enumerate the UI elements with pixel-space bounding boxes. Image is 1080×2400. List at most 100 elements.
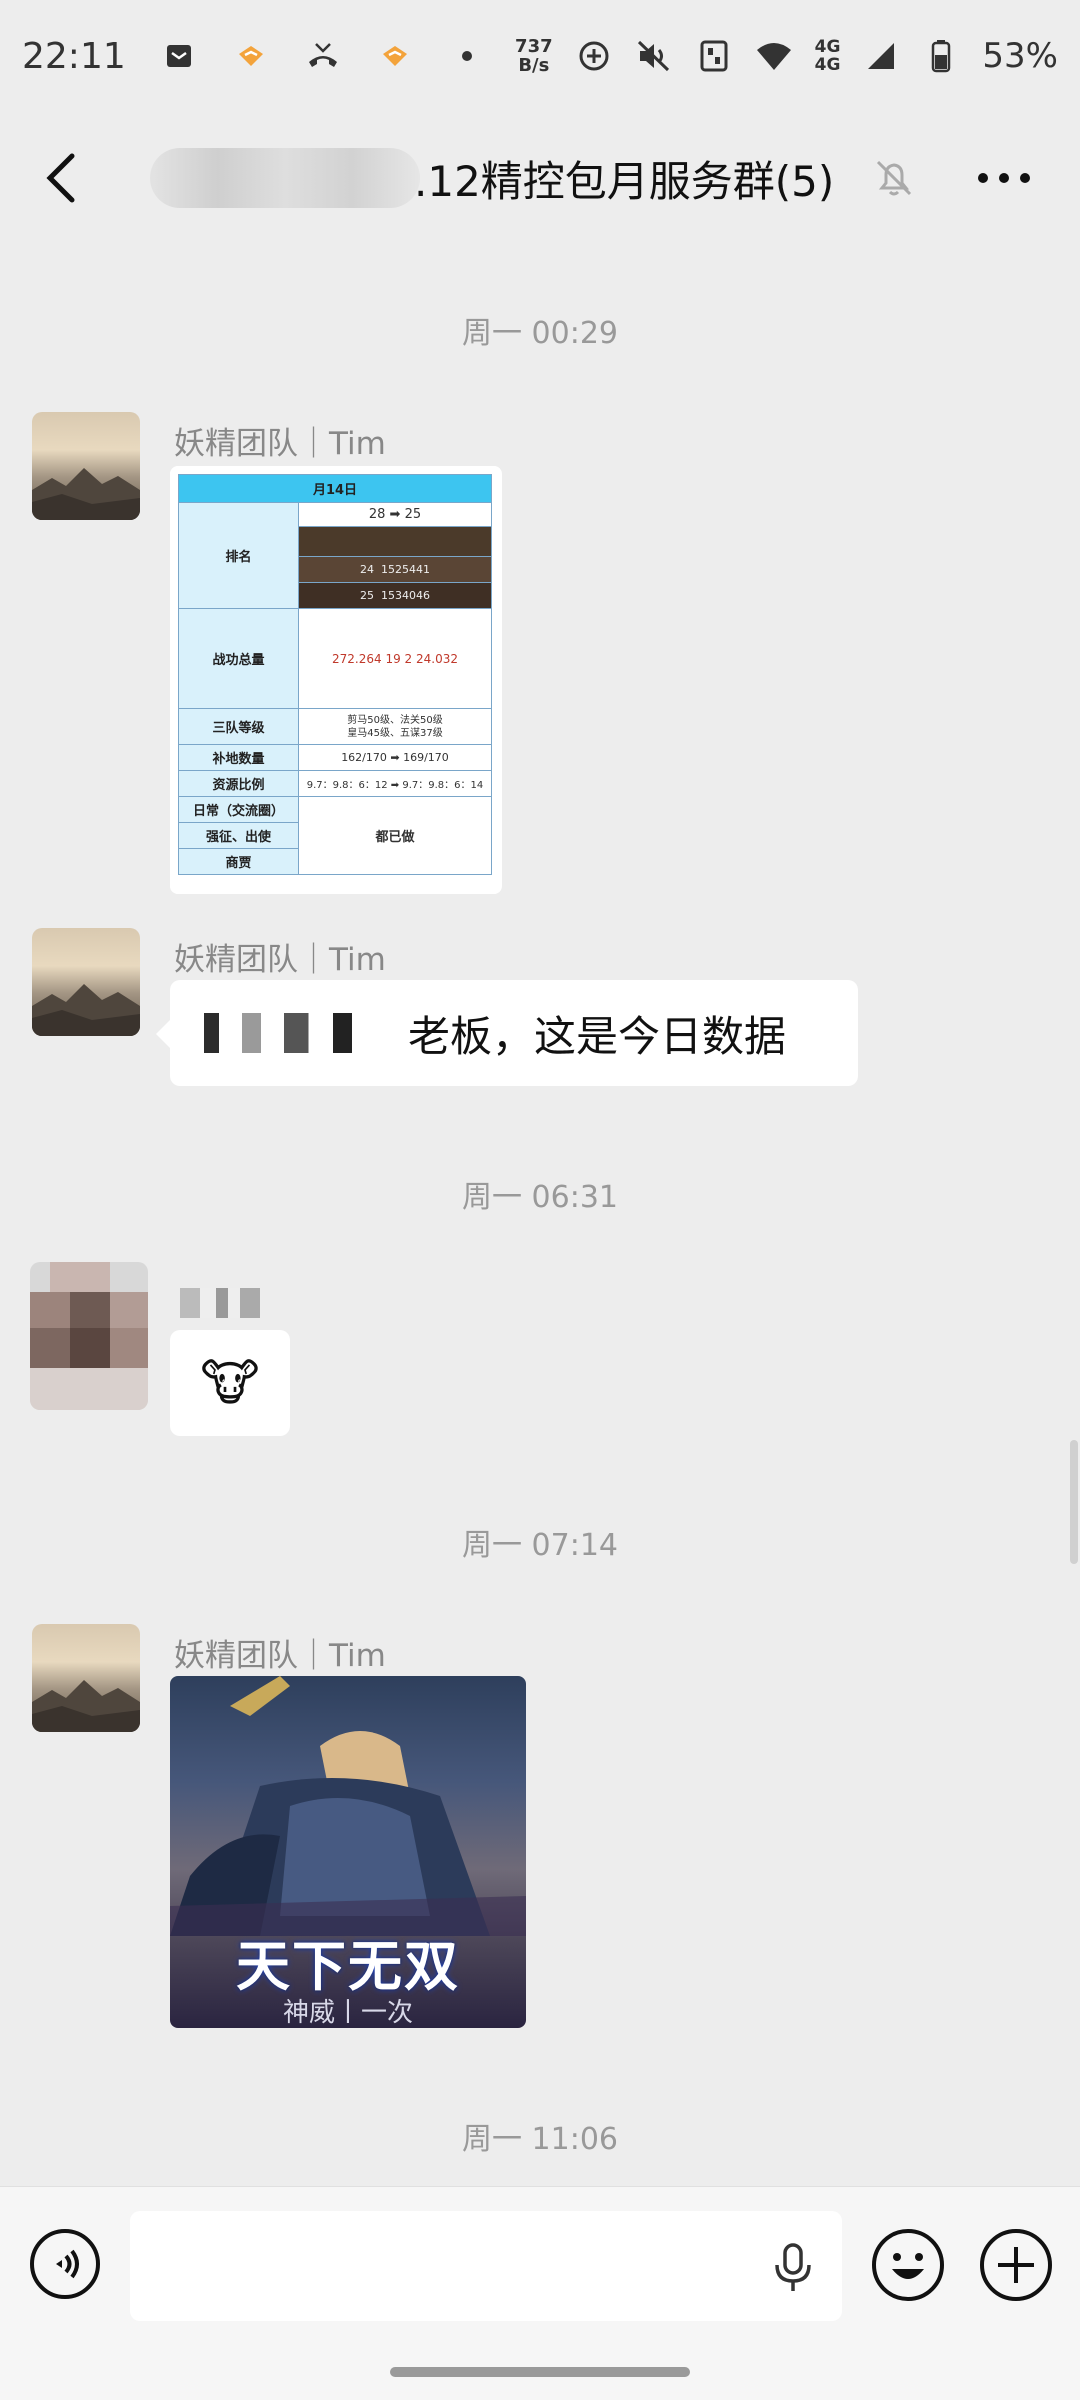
wifi-icon — [755, 37, 793, 75]
net-speed-value: 737 — [515, 36, 553, 57]
mosaic-block — [70, 1292, 110, 1328]
done-value: 都已做 — [298, 796, 492, 875]
rank-row-1-pos: 24 — [360, 563, 374, 576]
land-label: 补地数量 — [178, 744, 299, 771]
mosaic-block — [30, 1292, 70, 1328]
power-value-1: 272.264 — [331, 651, 382, 666]
mosaic-block — [30, 1368, 148, 1410]
battery-icon — [922, 37, 960, 75]
net-speed-unit: B/s — [518, 55, 550, 76]
network-speed: 737 B/s — [515, 37, 553, 75]
message-timestamp: 周一 06:31 — [462, 1180, 618, 1215]
emoji-button[interactable] — [870, 2227, 946, 2303]
rank-from: 28 — [368, 507, 386, 522]
rank-row-2: 25 1534046 — [298, 582, 492, 609]
mosaic-block — [50, 1262, 110, 1292]
voice-input-button[interactable] — [28, 2227, 102, 2301]
home-indicator[interactable] — [390, 2367, 690, 2377]
data-sheet-table: 月14日 排名 28 ➡ 25 24 1525441 25 1534046 战功… — [178, 474, 492, 875]
more-options-button[interactable] — [972, 152, 1036, 204]
mention-redacted — [204, 1013, 394, 1053]
team-level-line1: 剪马50级、法关50级 — [347, 714, 443, 726]
sender-name: 妖精团队｜Tim — [174, 426, 386, 462]
mosaic-block — [110, 1328, 148, 1368]
avatar-redacted[interactable] — [30, 1262, 148, 1410]
mute-speaker-icon — [635, 37, 673, 75]
more-dots-icon — [978, 173, 1030, 183]
team-level-value: 剪马50级、法关50级 皇马45级、五谋37级 — [298, 708, 492, 745]
power-label: 战功总量 — [178, 608, 299, 709]
data-sheet: 月14日 排名 28 ➡ 25 24 1525441 25 1534046 战功… — [170, 466, 500, 894]
rank-row-1: 24 1525441 — [298, 556, 492, 583]
sheet-date: 月14日 — [178, 474, 492, 503]
emoji-message-bubble[interactable]: 🐮 — [170, 1330, 290, 1436]
team-level-line2: 皇马45级、五谋37级 — [347, 727, 443, 739]
rank-row-1-value: 1525441 — [381, 563, 430, 576]
game-title: 天下无双 — [236, 1935, 460, 1998]
back-arrow-icon — [46, 153, 75, 203]
tribute-label: 商贾 — [178, 848, 299, 875]
message-text: 老板，这是今日数据 — [408, 1011, 787, 1061]
power-value-4: 24.032 — [416, 651, 459, 666]
rank-row-2-value: 1534046 — [381, 589, 430, 602]
rank-to: 25 — [404, 507, 422, 522]
back-button[interactable] — [34, 150, 90, 206]
message-timestamp: 周一 00:29 — [462, 316, 618, 351]
message-timestamp: 周一 11:06 — [462, 2122, 618, 2157]
rank-change: 28 ➡ 25 — [298, 502, 492, 527]
avatar-tim[interactable] — [32, 928, 140, 1036]
microphone-icon[interactable] — [770, 2243, 816, 2293]
sender-name: 妖精团队｜Tim — [174, 942, 386, 978]
power-values: 272.264 19 2 24.032 — [298, 608, 492, 709]
message-icon — [160, 37, 198, 75]
mountain-icon — [32, 1680, 140, 1732]
power-value-2: 19 — [385, 651, 401, 666]
ratio-label: 资源比例 — [178, 770, 299, 797]
avatar-tim[interactable] — [32, 412, 140, 520]
network-type-1: 4G — [814, 37, 841, 57]
app-notification-icon — [232, 37, 270, 75]
battery-percentage: 53% — [982, 36, 1058, 76]
rank-redacted-row — [298, 526, 492, 557]
sender-name-redacted — [180, 1288, 260, 1318]
muted-bell-icon — [872, 156, 916, 200]
plus-icon — [980, 2229, 1052, 2301]
avatar-tim[interactable] — [32, 1624, 140, 1732]
chat-title-wrap: .12精控包月服务群(5) — [150, 146, 834, 210]
voice-icon — [30, 2229, 100, 2299]
title-redacted — [150, 148, 420, 208]
sender-name: 妖精团队｜Tim — [174, 1638, 386, 1674]
message-input[interactable] — [130, 2211, 842, 2321]
land-value: 162/170 ➡ 169/170 — [298, 744, 492, 771]
nfc-icon — [695, 37, 733, 75]
signal-icon — [862, 37, 900, 75]
input-toolbar — [0, 2186, 1080, 2400]
more-functions-button[interactable] — [978, 2227, 1054, 2303]
image-message-data-sheet[interactable]: 月14日 排名 28 ➡ 25 24 1525441 25 1534046 战功… — [170, 466, 502, 894]
status-bar: 22:11 737 B/s 4G 4G 53% — [0, 0, 1080, 112]
status-time: 22:11 — [22, 35, 126, 77]
mosaic-block — [70, 1328, 110, 1368]
mountain-icon — [32, 984, 140, 1036]
app-notification-icon-2 — [376, 37, 414, 75]
scrollbar[interactable] — [1070, 1440, 1078, 1564]
image-message-game[interactable]: 天下无双 神威丨一次 — [170, 1676, 526, 2028]
mosaic-block — [110, 1292, 148, 1328]
ratio-value: 9.7：9.8：6：12 ➡ 9.7：9.8：6：14 — [298, 770, 492, 797]
mosaic-block — [30, 1328, 70, 1368]
smiley-icon — [872, 2229, 944, 2301]
chat-header: .12精控包月服务群(5) — [0, 112, 1080, 242]
power-value-3: 2 — [404, 651, 413, 666]
cellular-type: 4G 4G — [815, 38, 841, 74]
cow-emoji: 🐮 — [200, 1354, 260, 1412]
message-timestamp: 周一 07:14 — [462, 1528, 618, 1563]
levy-label: 强征、出使 — [178, 822, 299, 849]
game-subtitle: 神威丨一次 — [282, 1998, 413, 2028]
data-saver-icon — [575, 37, 613, 75]
rank-label: 排名 — [178, 502, 299, 609]
text-message-bubble[interactable]: 老板，这是今日数据 — [156, 980, 858, 1086]
more-notifications-dot-icon — [448, 37, 486, 75]
daily-label: 日常（交流圈） — [178, 796, 299, 823]
missed-call-icon — [304, 37, 342, 75]
game-artwork: 天下无双 神威丨一次 — [170, 1676, 526, 2028]
